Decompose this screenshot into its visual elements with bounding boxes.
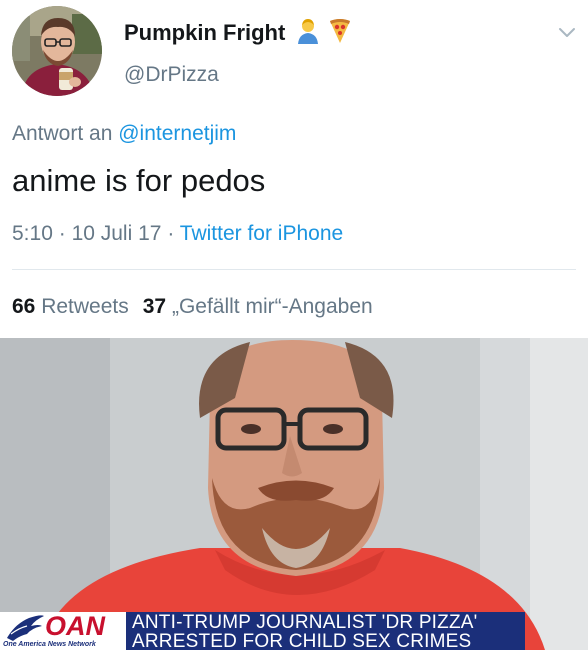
tweet-time: 5:10 [12, 222, 53, 245]
avatar[interactable] [12, 6, 102, 96]
user-handle[interactable]: @DrPizza [124, 61, 219, 89]
headline-line-2: ARRESTED FOR CHILD SEX CRIMES [132, 631, 472, 650]
name-emojis [296, 18, 352, 44]
oan-network-name: One America News Network [3, 641, 96, 648]
headline-line-1: ANTI-TRUMP JOURNALIST 'DR PIZZA' [132, 612, 478, 633]
avatar-image [12, 6, 102, 96]
tweet-text: anime is for pedos [12, 163, 266, 198]
pizza-icon [330, 19, 350, 43]
chevron-down-icon[interactable] [557, 26, 577, 40]
news-photo [0, 338, 588, 650]
reply-context: Antwort an @internetjim [12, 120, 236, 148]
tweet-date: 10 Juli 17 [71, 222, 162, 245]
tweet-stats: 66 Retweets 37 „Gefällt mir“-Angaben [12, 292, 373, 322]
likes-label: „Gefällt mir“-Angaben [171, 295, 373, 318]
tweet-meta: 5:10 · 10 Juli 17 · Twitter for iPhone [12, 219, 343, 249]
meta-separator: · [167, 222, 175, 245]
man-icon [298, 19, 318, 44]
retweets-stat[interactable]: 66 Retweets [12, 295, 129, 318]
display-name[interactable]: Pumpkin Fright [124, 18, 285, 48]
retweets-label: Retweets [41, 295, 129, 318]
retweets-count: 66 [12, 295, 36, 318]
likes-count: 37 [142, 295, 167, 318]
tweet-card: Pumpkin Fright @DrPizza Antwort an @inte… [0, 0, 588, 338]
reply-mention-link[interactable]: @internetjim [118, 122, 236, 145]
meta-separator: · [58, 222, 66, 245]
oan-logo: OAN [45, 611, 105, 641]
likes-stat[interactable]: 37 „Gefällt mir“-Angaben [143, 295, 373, 318]
mugshot-image [0, 338, 588, 650]
eagle-icon [7, 615, 44, 641]
divider [12, 269, 576, 270]
tweet-source-link[interactable]: Twitter for iPhone [180, 222, 343, 245]
reply-prefix: Antwort an [12, 122, 113, 145]
